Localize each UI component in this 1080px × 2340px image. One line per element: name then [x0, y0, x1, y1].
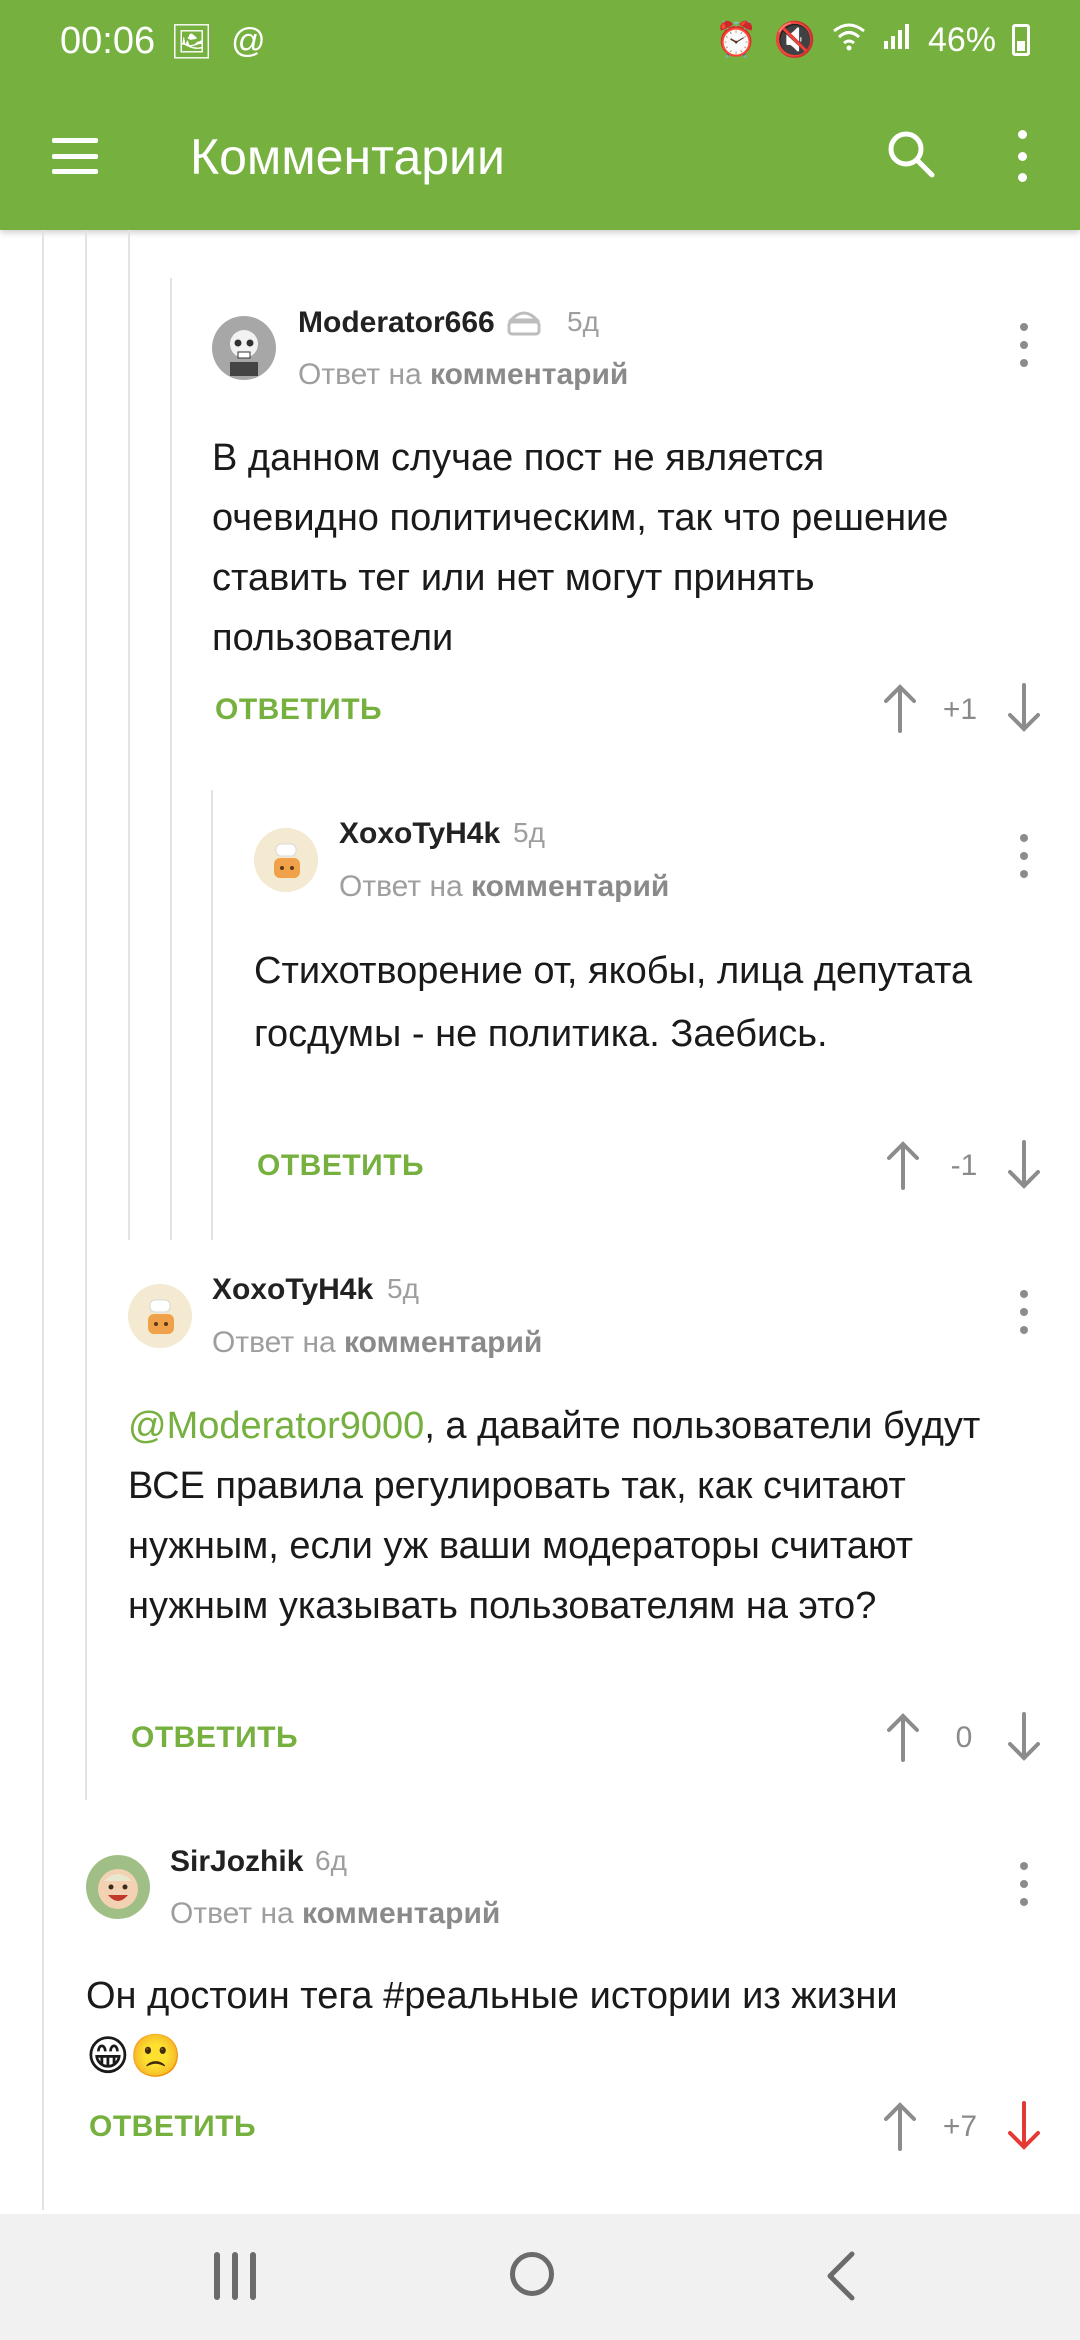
- upvote-icon[interactable]: [885, 1140, 921, 1190]
- reply-to[interactable]: Ответ на комментарий: [339, 870, 669, 904]
- comment-score: -1: [950, 1149, 978, 1182]
- downvote-icon[interactable]: [1006, 2101, 1042, 2151]
- battery-icon: [1012, 24, 1030, 56]
- recent-apps-icon[interactable]: [214, 2252, 256, 2300]
- reply-to[interactable]: Ответ на комментарий: [212, 1326, 542, 1360]
- signal-icon: [882, 21, 912, 60]
- comment-emojis: 😁🙁: [86, 2032, 183, 2079]
- comment-text: Стихотворение от, якобы, лица депутата г…: [254, 950, 973, 1055]
- reply-button[interactable]: ОТВЕТИТЬ: [257, 1149, 424, 1183]
- thread-line: [128, 230, 130, 1240]
- menu-icon[interactable]: [52, 138, 98, 174]
- comment-author[interactable]: XoxoTyH4k: [212, 1273, 373, 1307]
- home-icon[interactable]: [510, 2252, 554, 2296]
- wifi-icon: [832, 21, 866, 60]
- thread-line: [211, 790, 213, 1240]
- page-title: Комментарии: [190, 129, 505, 185]
- comment-text: В данном случае пост не является очевидн…: [212, 437, 949, 659]
- thread-line: [170, 278, 172, 1240]
- reply-button[interactable]: ОТВЕТИТЬ: [215, 693, 382, 727]
- mute-icon: 🔇: [773, 21, 816, 59]
- comment-menu-icon[interactable]: [1014, 834, 1034, 878]
- avatar[interactable]: [128, 1284, 192, 1348]
- thread-line: [85, 230, 87, 1800]
- status-bar: 00:06 🖼 @ ⏰ 🔇 46%: [0, 0, 1080, 88]
- comment-age: 5д: [567, 306, 599, 337]
- upvote-icon[interactable]: [882, 2101, 918, 2151]
- downvote-icon[interactable]: [1006, 1712, 1042, 1762]
- reply-button[interactable]: ОТВЕТИТЬ: [89, 2110, 256, 2144]
- at-notification-icon: @: [231, 22, 266, 60]
- downvote-icon[interactable]: [1006, 1140, 1042, 1190]
- search-icon[interactable]: [885, 128, 937, 180]
- thread-line: [42, 230, 44, 2210]
- reply-button[interactable]: ОТВЕТИТЬ: [131, 1721, 298, 1755]
- reply-to[interactable]: Ответ на комментарий: [170, 1897, 500, 1931]
- comment-score: 0: [955, 1721, 973, 1754]
- moderator-badge-icon: [507, 311, 541, 336]
- app-bar: 00:06 🖼 @ ⏰ 🔇 46% Комментарии: [0, 0, 1080, 230]
- comment-menu-icon[interactable]: [1014, 323, 1034, 367]
- comment-age: 5д: [513, 817, 545, 848]
- upvote-icon[interactable]: [885, 1712, 921, 1762]
- upvote-icon[interactable]: [882, 683, 918, 733]
- alarm-icon: ⏰: [715, 21, 758, 59]
- comment-score: +7: [942, 2110, 978, 2143]
- status-time: 00:06: [60, 20, 156, 62]
- comment-age: 5д: [387, 1273, 419, 1304]
- image-notification-icon: 🖼: [170, 23, 214, 61]
- more-options-icon[interactable]: [1010, 130, 1034, 182]
- comment-age: 6д: [315, 1845, 347, 1876]
- comment-author[interactable]: Moderator666: [298, 306, 495, 340]
- comment-score: +1: [942, 693, 978, 726]
- battery-percent: 46%: [927, 20, 996, 59]
- comment-menu-icon[interactable]: [1014, 1862, 1034, 1906]
- avatar[interactable]: [86, 1855, 150, 1919]
- comment-text: @Moderator9000, а давайте пользователи б…: [128, 1405, 981, 1627]
- comment-text: Он достоин тега #реальные истории из жиз…: [86, 1975, 898, 2079]
- comment-author[interactable]: XoxoTyH4k: [339, 817, 500, 851]
- comment-author[interactable]: SirJozhik: [170, 1845, 303, 1879]
- back-icon[interactable]: [820, 2250, 864, 2302]
- avatar[interactable]: [212, 316, 276, 380]
- system-nav-bar: [0, 2214, 1080, 2340]
- downvote-icon[interactable]: [1006, 683, 1042, 733]
- reply-to[interactable]: Ответ на комментарий: [298, 358, 628, 392]
- comment-menu-icon[interactable]: [1014, 1290, 1034, 1334]
- avatar[interactable]: [254, 828, 318, 892]
- user-mention-link[interactable]: @Moderator9000: [128, 1405, 424, 1447]
